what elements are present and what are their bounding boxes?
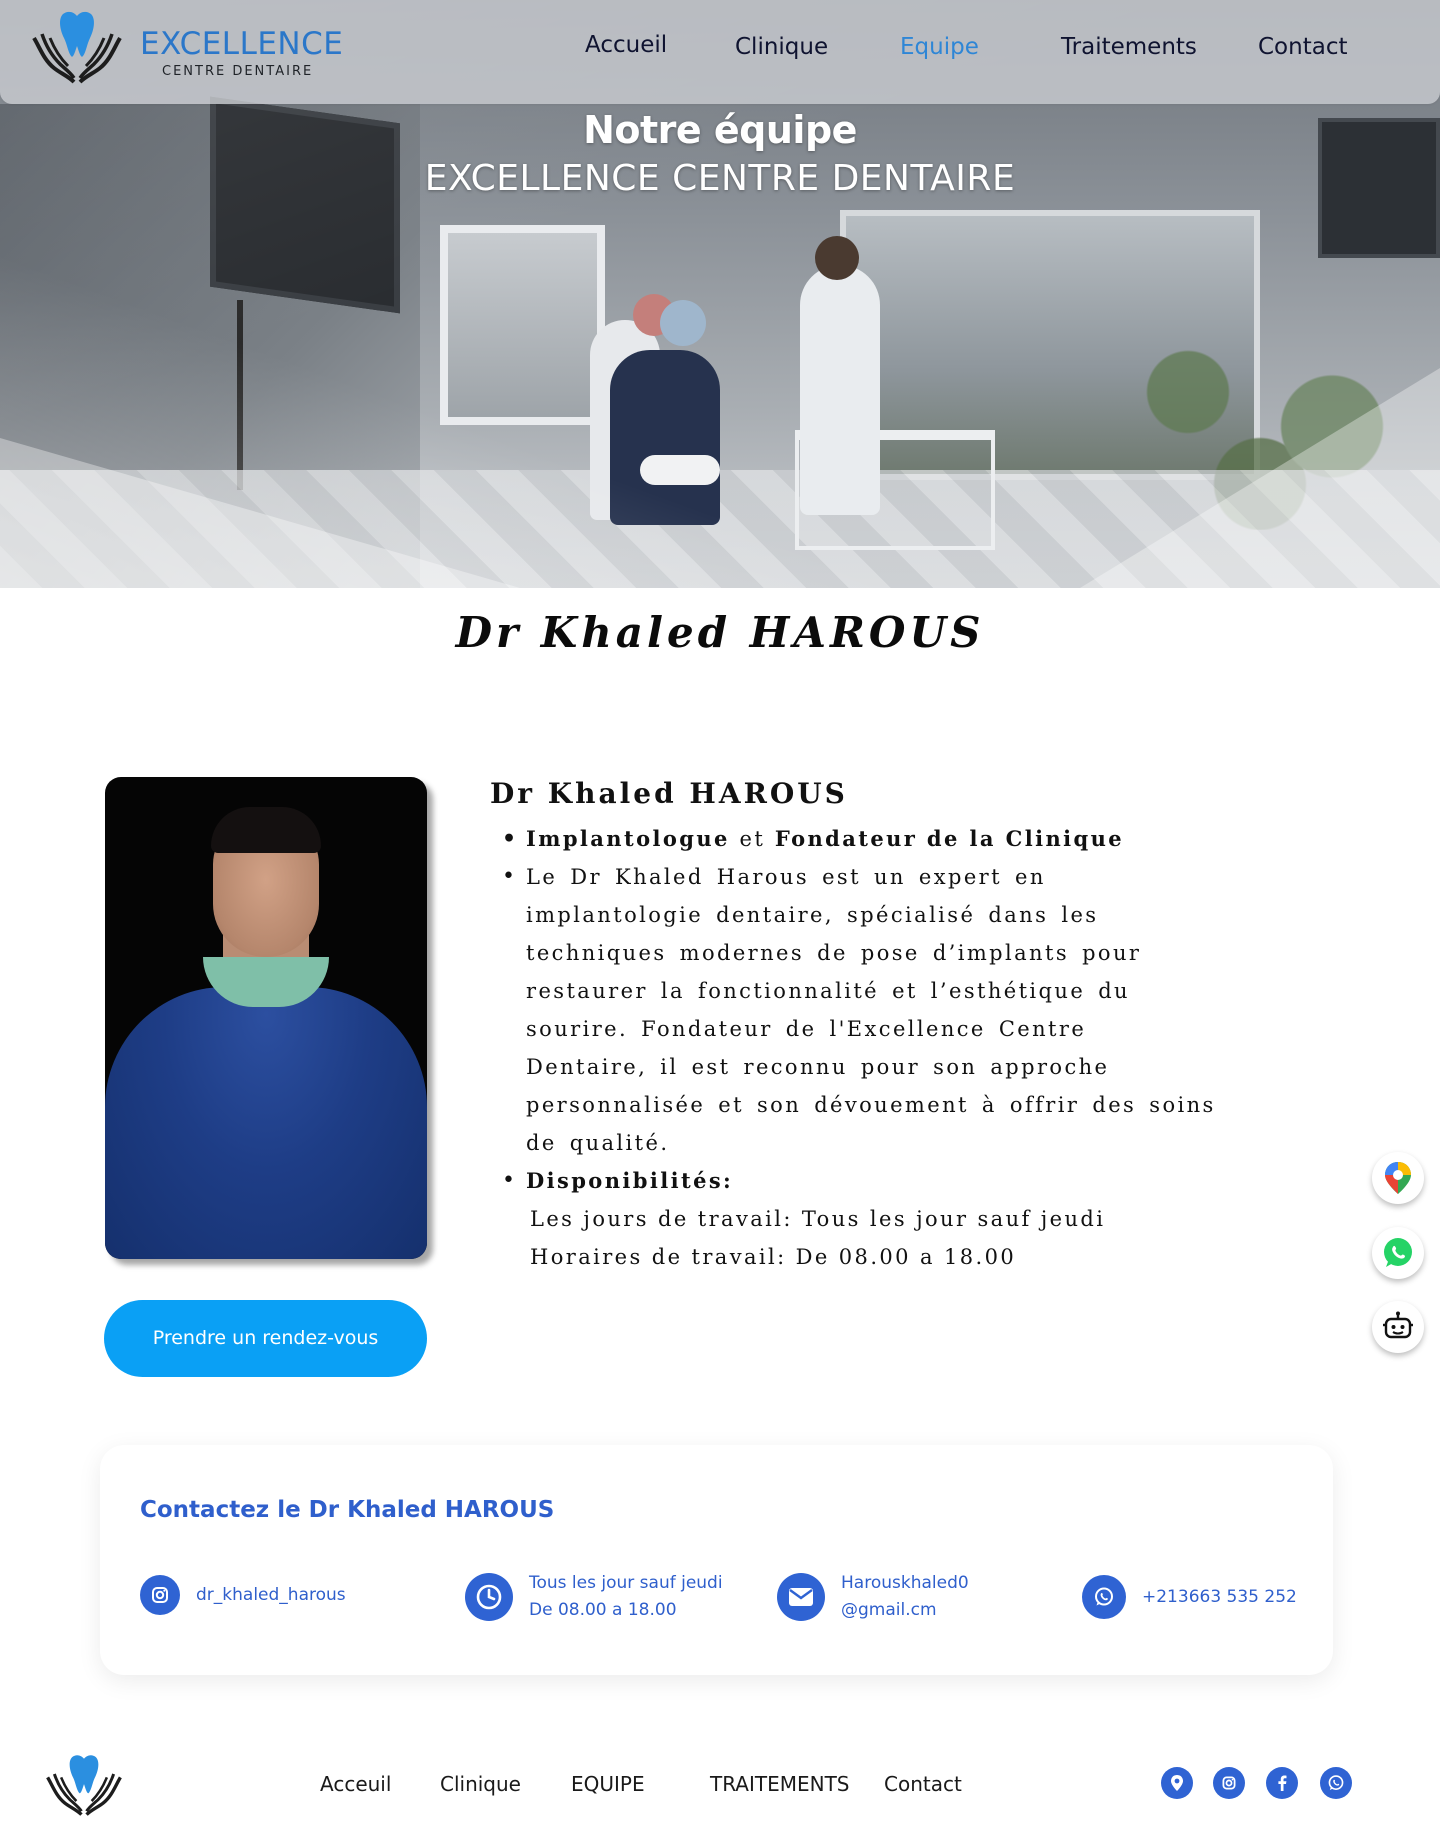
photo-hair [211,807,321,853]
nav-item-traitements[interactable]: Traitements [1061,34,1197,60]
whatsapp-icon [1082,1575,1126,1619]
contact-email-text: Harouskhaled0 @gmail.cm [841,1570,969,1624]
footer-nav-traitements[interactable]: TRAITEMENTS [710,1772,850,1796]
email-line1: Harouskhaled0 [841,1573,969,1593]
footer-nav-clinique[interactable]: Clinique [440,1772,521,1796]
contact-schedule-text: Tous les jour sauf jeudi De 08.00 a 18.0… [529,1570,723,1624]
brand-subtitle: CENTRE DENTAIRE [162,64,314,79]
schedule-line2: De 08.00 a 18.00 [529,1600,677,1620]
book-appointment-button[interactable]: Prendre un rendez-vous [104,1300,427,1377]
doctor-availability: Disponibilités: Les jours de travail: To… [502,1162,1220,1276]
doctor-photo [105,777,427,1259]
whatsapp-button[interactable] [1372,1227,1424,1279]
contact-instagram-handle: dr_khaled_harous [196,1584,346,1605]
nav-item-contact[interactable]: Contact [1258,34,1347,60]
nav-item-accueil[interactable]: Accueil [585,32,667,58]
footer-facebook-button[interactable] [1266,1767,1298,1799]
whatsapp-icon [1328,1775,1344,1790]
instagram-icon [140,1575,180,1615]
chatbot-button[interactable] [1372,1301,1424,1353]
doctor-description: Le Dr Khaled Harous est un expert en imp… [502,858,1220,1162]
site-header: EXCELLENCE CENTRE DENTAIRE Accueil Clini… [0,0,1440,104]
hero-overlay-shape [1080,368,1440,588]
contact-phone[interactable]: +213663 535 252 [1082,1575,1297,1619]
facebook-icon [1278,1775,1287,1791]
footer-logo-icon[interactable] [44,1752,124,1818]
contact-instagram[interactable]: dr_khaled_harous [140,1575,346,1615]
role-part1: Implantologue [526,826,730,851]
work-days: Les jours de travail: Tous les jour sauf… [530,1207,1106,1231]
doctor-role: Implantologue et Fondateur de la Cliniqu… [502,820,1220,858]
tooth-hands-logo-icon[interactable] [30,8,124,86]
schedule-line1: Tous les jour sauf jeudi [529,1573,723,1593]
doctor-details-list: Implantologue et Fondateur de la Cliniqu… [490,820,1220,1276]
footer-nav-acceuil[interactable]: Acceuil [320,1772,391,1796]
mail-icon [777,1573,825,1621]
chatbot-icon [1383,1311,1413,1339]
location-icon [1171,1775,1183,1791]
email-line2: @gmail.cm [841,1600,937,1620]
doctor-page-title: Dr Khaled HAROUS [455,608,985,657]
nav-item-clinique[interactable]: Clinique [735,34,828,60]
contact-card: Contactez le Dr Khaled HAROUS dr_khaled_… [100,1445,1333,1675]
contact-title: Contactez le Dr Khaled HAROUS [140,1497,555,1523]
footer-location-button[interactable] [1161,1767,1193,1799]
doctor-name: Dr Khaled HAROUS [490,777,848,810]
footer-instagram-button[interactable] [1213,1767,1245,1799]
role-part2: Fondateur de la Clinique [774,826,1125,851]
doctor-info: Dr Khaled HAROUS Implantologue et Fondat… [490,777,1220,1276]
availability-title: Disponibilités: [526,1168,734,1193]
google-maps-icon [1385,1162,1411,1194]
footer-whatsapp-button[interactable] [1320,1767,1352,1799]
contact-email[interactable]: Harouskhaled0 @gmail.cm [777,1570,969,1624]
hero-subtitle: EXCELLENCE CENTRE DENTAIRE [424,158,1016,199]
contact-phone-number: +213663 535 252 [1142,1586,1297,1607]
nav-item-equipe[interactable]: Equipe [900,34,979,60]
hero-title: Notre équipe [583,108,857,152]
hero-overlay-shape [0,438,520,588]
contact-schedule: Tous les jour sauf jeudi De 08.00 a 18.0… [465,1570,723,1624]
role-joiner: et [739,827,766,851]
whatsapp-icon [1384,1238,1412,1267]
footer-nav-contact[interactable]: Contact [884,1772,962,1796]
footer-nav-equipe[interactable]: EQUIPE [571,1772,645,1796]
clock-icon [465,1573,513,1621]
work-hours: Horaires de travail: De 08.00 a 18.00 [530,1245,1017,1269]
instagram-icon [1222,1776,1236,1790]
photo-scrubs [105,987,427,1259]
brand-name: EXCELLENCE [140,26,344,62]
google-maps-button[interactable] [1372,1152,1424,1204]
